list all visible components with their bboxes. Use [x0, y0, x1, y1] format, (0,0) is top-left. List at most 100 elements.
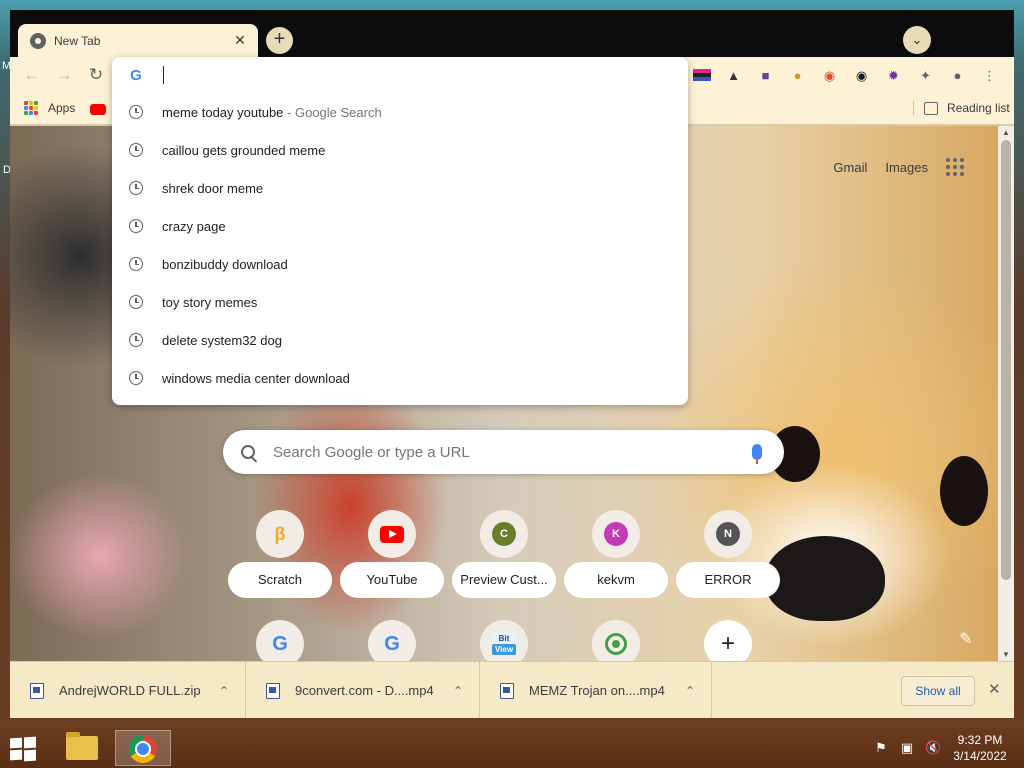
download-item[interactable]: AndrejWORLD FULL.zip ⌃ [10, 662, 246, 718]
omnibox-suggestion[interactable]: toy story memes [112, 283, 688, 321]
omnibox-suggestion[interactable]: bonzibuddy download [112, 245, 688, 283]
doge-icon[interactable]: ● [787, 65, 808, 86]
taskbar: ⚑ ▣ 🔇 9:32 PM 3/14/2022 [0, 728, 1024, 768]
browser-window: New Tab ✕ + ⌄ ← → ↻ ▲ ■ ● ◉ ◉ ✹ ✦ ● ⋮ Ap… [10, 10, 1014, 718]
history-clock-icon [129, 295, 143, 309]
close-download-shelf-icon[interactable]: ✕ [988, 680, 1001, 698]
suggestion-text: toy story memes [162, 294, 258, 310]
gmail-link[interactable]: Gmail [833, 160, 867, 175]
download-item[interactable]: MEMZ Trojan on....mp4 ⌃ [480, 662, 712, 718]
shortcut-label: YouTube [340, 562, 444, 598]
taskbar-chrome[interactable] [115, 730, 171, 766]
customize-pencil-icon[interactable]: ✎ [954, 628, 978, 652]
video-file-icon [266, 682, 280, 699]
page-scrollbar[interactable]: ▲ ▼ [998, 126, 1014, 661]
reading-list-icon [924, 101, 938, 115]
reload-button[interactable]: ↻ [84, 63, 108, 87]
profile-icon[interactable]: ● [947, 65, 968, 86]
microphone-icon[interactable] [752, 444, 762, 464]
chrome-favicon-icon [30, 32, 46, 49]
color-wheel-icon[interactable]: ◉ [819, 65, 840, 86]
omnibox-suggestion[interactable]: crazy page [112, 207, 688, 245]
chevron-up-icon[interactable]: ⌃ [685, 684, 695, 698]
color-bars-extension-icon[interactable] [693, 69, 711, 81]
bookmark-apps[interactable]: Apps [24, 101, 75, 115]
hat-icon[interactable]: ▲ [723, 65, 744, 86]
folder-icon [66, 732, 98, 760]
shortcut-bitview[interactable]: Bit View [452, 620, 556, 661]
shortcut-scratch[interactable]: β Scratch [228, 510, 332, 602]
omnibox-suggestion[interactable]: delete system32 dog [112, 321, 688, 359]
tab-strip: New Tab ✕ + ⌄ [10, 10, 1014, 57]
shortcut-label: Preview Cust... [452, 562, 556, 598]
scroll-up-arrow-icon[interactable]: ▲ [1002, 128, 1010, 137]
ntp-search-box[interactable] [223, 430, 784, 474]
google-icon: G [256, 620, 304, 661]
shortcut-preview-cust[interactable]: C Preview Cust... [452, 510, 556, 602]
scratch-icon: β [256, 510, 304, 558]
apps-grid-icon [24, 101, 38, 115]
google-icon: G [368, 620, 416, 661]
space-invader-icon[interactable]: ■ [755, 65, 776, 86]
shortcut-error[interactable]: N ERROR [676, 510, 780, 602]
action-center-flag-icon[interactable]: ⚑ [873, 740, 889, 756]
suggestion-text: shrek door meme [162, 180, 264, 196]
purple-gear-icon[interactable]: ✹ [883, 65, 904, 86]
images-link[interactable]: Images [885, 160, 928, 175]
video-file-icon [500, 682, 514, 699]
history-clock-icon [129, 143, 143, 157]
reading-list-button[interactable]: Reading list [913, 101, 1010, 115]
shortcut-youtube[interactable]: YouTube [340, 510, 444, 602]
letter-c-icon: C [480, 510, 528, 558]
omnibox-input[interactable]: G [112, 57, 688, 93]
omnibox-suggestion[interactable]: windows media center download [112, 359, 688, 397]
tab-search-button[interactable]: ⌄ [903, 26, 931, 54]
google-apps-icon[interactable] [946, 158, 964, 176]
youtube-icon [368, 510, 416, 558]
download-item[interactable]: 9convert.com - D....mp4 ⌃ [246, 662, 480, 718]
close-tab-icon[interactable]: ✕ [232, 32, 248, 49]
suggestion-text: windows media center download [162, 370, 350, 386]
shortcut-google-1[interactable]: G [228, 620, 332, 661]
menu-dots-icon[interactable]: ⋮ [979, 65, 1000, 86]
chevron-up-icon[interactable]: ⌃ [219, 684, 229, 698]
taskbar-clock[interactable]: 9:32 PM 3/14/2022 [950, 732, 1010, 764]
new-tab-button[interactable]: + [266, 27, 293, 54]
clock-time: 9:32 PM [957, 733, 1003, 747]
zip-file-icon [30, 682, 44, 699]
suggestion-text: meme today youtube - Google Search [162, 104, 382, 120]
shortcut-target[interactable] [564, 620, 668, 661]
download-filename: MEMZ Trojan on....mp4 [529, 683, 665, 698]
suggestion-text: delete system32 dog [162, 332, 282, 348]
shortcut-label: Scratch [228, 562, 332, 598]
puzzle-icon[interactable]: ✦ [915, 65, 936, 86]
chevron-up-icon[interactable]: ⌃ [453, 684, 463, 698]
clock-date: 3/14/2022 [953, 749, 1007, 763]
background-image-detail [940, 456, 988, 526]
back-button[interactable]: ← [20, 63, 44, 87]
omnibox-suggestion[interactable]: meme today youtube - Google Search [112, 93, 688, 131]
globe-icon[interactable]: ◉ [851, 65, 872, 86]
volume-muted-icon[interactable]: 🔇 [925, 740, 941, 756]
taskbar-file-explorer[interactable] [54, 730, 110, 766]
forward-button[interactable]: → [52, 63, 76, 87]
letter-k-icon: K [592, 510, 640, 558]
extensions-area: ▲ ■ ● ◉ ◉ ✹ ✦ ● ⋮ [692, 65, 1000, 86]
letter-n-icon: N [704, 510, 752, 558]
system-tray: ⚑ ▣ 🔇 [873, 740, 941, 756]
windows-start-icon[interactable] [10, 736, 38, 762]
show-all-button[interactable]: Show all [901, 676, 975, 706]
shortcut-google-2[interactable]: G [340, 620, 444, 661]
shortcut-kekvm[interactable]: K kekvm [564, 510, 668, 602]
omnibox-suggestion[interactable]: shrek door meme [112, 169, 688, 207]
suggestion-text: caillou gets grounded meme [162, 142, 326, 158]
scroll-down-arrow-icon[interactable]: ▼ [1002, 650, 1010, 659]
omnibox-suggestion[interactable]: caillou gets grounded meme [112, 131, 688, 169]
ntp-search-input[interactable] [273, 443, 752, 461]
network-icon[interactable]: ▣ [899, 740, 915, 756]
add-shortcut-button[interactable]: + [676, 620, 780, 661]
google-top-links: Gmail Images [833, 158, 964, 176]
scroll-thumb[interactable] [1001, 140, 1011, 580]
tab-new-tab[interactable]: New Tab ✕ [18, 24, 258, 57]
youtube-bookmark-icon[interactable] [90, 104, 106, 115]
